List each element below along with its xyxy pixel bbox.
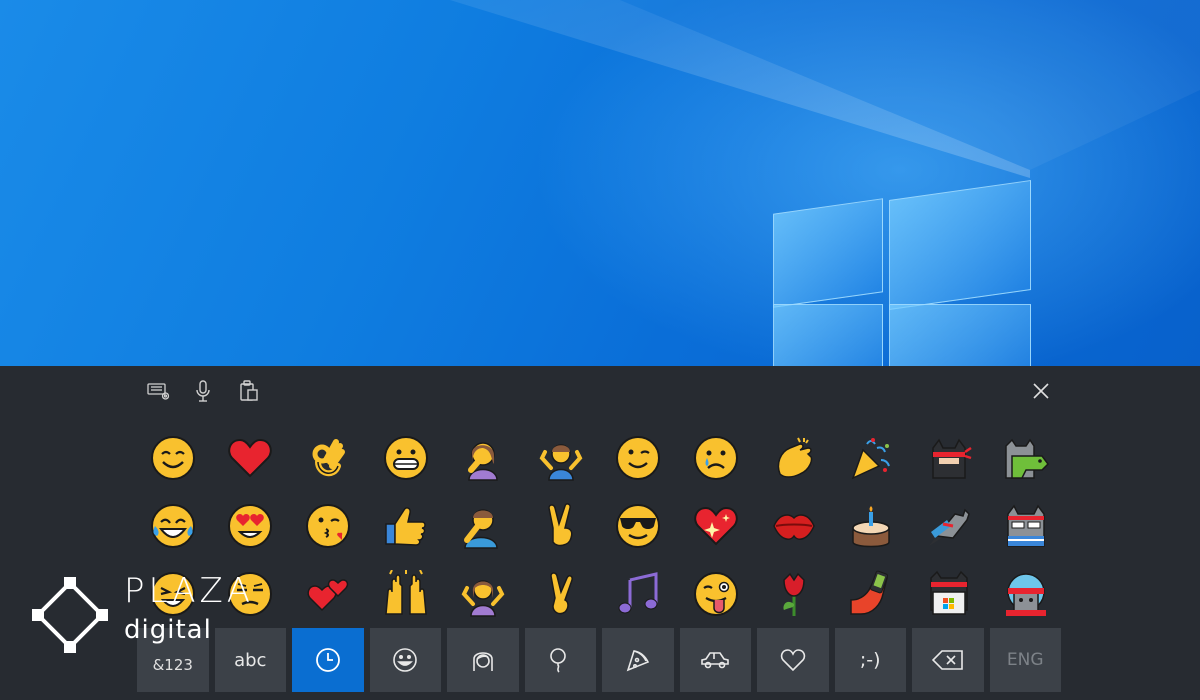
desktop-wallpaper xyxy=(0,0,1200,366)
emoji-woman-facepalming[interactable] xyxy=(444,424,522,492)
emoji-red-heart[interactable] xyxy=(212,424,290,492)
smiley-icon xyxy=(393,648,418,672)
emoji-victory-hand[interactable] xyxy=(522,492,600,560)
emoji-man-shrugging[interactable] xyxy=(522,424,600,492)
food-tab[interactable] xyxy=(602,628,674,692)
emoji-face-with-tongue[interactable] xyxy=(677,560,755,628)
emoji-raising-hands[interactable] xyxy=(367,560,445,628)
brand-line-2: digital xyxy=(124,615,212,645)
emoji-kiss-mark[interactable] xyxy=(755,492,833,560)
emoji-person-facepalming[interactable] xyxy=(444,492,522,560)
symbols-tab[interactable] xyxy=(757,628,829,692)
keyboard-settings-icon[interactable] xyxy=(146,380,172,402)
emoji-birthday-cake[interactable] xyxy=(832,492,910,560)
emoji-clapping-hands[interactable] xyxy=(755,424,833,492)
emoji-two-hearts[interactable] xyxy=(289,560,367,628)
brand-line-1: PLAZA xyxy=(124,571,255,611)
emoji-smiling-face-sunglasses[interactable] xyxy=(600,492,678,560)
clock-icon xyxy=(315,648,340,672)
person-icon xyxy=(472,652,493,671)
emoji-winking-face[interactable] xyxy=(600,424,678,492)
windows-logo-pane xyxy=(773,198,883,308)
smileys-tab[interactable] xyxy=(369,628,441,692)
emoji-hipster-cat[interactable] xyxy=(988,492,1066,560)
close-icon[interactable] xyxy=(1028,378,1054,404)
emoji-woman-shrugging[interactable] xyxy=(444,560,522,628)
windows-logo-pane xyxy=(889,304,1031,366)
language-label: ENG xyxy=(1006,650,1044,670)
emoji-rose[interactable] xyxy=(755,560,833,628)
emoji-ninja-cat[interactable] xyxy=(910,424,988,492)
microphone-icon[interactable] xyxy=(190,380,216,402)
clipboard-icon[interactable] xyxy=(236,380,262,402)
windows-logo xyxy=(773,170,1031,366)
emoji-grid xyxy=(134,424,1066,628)
language-key[interactable]: ENG xyxy=(989,628,1061,692)
backspace-icon xyxy=(931,650,963,670)
emoji-category-bar: &123 abc ;-) ENG xyxy=(137,628,1061,692)
windows-logo-pane xyxy=(889,180,1031,310)
celebration-tab[interactable] xyxy=(524,628,596,692)
emoji-astro-cat[interactable] xyxy=(910,492,988,560)
emoji-crossed-fingers[interactable] xyxy=(522,560,600,628)
people-tab[interactable] xyxy=(447,628,519,692)
heart-icon xyxy=(780,649,805,672)
emoji-crying-face[interactable] xyxy=(677,424,755,492)
balloon-icon xyxy=(550,648,567,673)
emoticons-tab[interactable]: ;-) xyxy=(834,628,906,692)
emoji-thumbs-up[interactable] xyxy=(367,492,445,560)
emoji-stunt-cat[interactable] xyxy=(988,560,1066,628)
plaza-digital-watermark: PLAZA digital xyxy=(30,571,250,665)
emoji-smiling-face[interactable] xyxy=(134,424,212,492)
emoji-party-popper[interactable] xyxy=(832,424,910,492)
emoji-grinning-face[interactable] xyxy=(367,424,445,492)
backspace-key[interactable] xyxy=(912,628,984,692)
emoji-hand-with-phone[interactable] xyxy=(832,560,910,628)
emoji-musical-notes[interactable] xyxy=(600,560,678,628)
windows-logo-pane xyxy=(773,304,883,366)
car-icon xyxy=(701,652,730,669)
emoji-tears-of-joy[interactable] xyxy=(134,492,212,560)
travel-tab[interactable] xyxy=(679,628,751,692)
pizza-icon xyxy=(626,650,649,672)
emoji-dino-cat[interactable] xyxy=(988,424,1066,492)
emoji-hacker-cat[interactable] xyxy=(910,560,988,628)
emoji-ok-hand[interactable] xyxy=(289,424,367,492)
emoji-sparkling-heart[interactable] xyxy=(677,492,755,560)
emoticons-label: ;-) xyxy=(859,649,881,671)
emoji-face-blowing-kiss[interactable] xyxy=(289,492,367,560)
recent-emoji-tab[interactable] xyxy=(292,628,364,692)
emoji-heart-eyes[interactable] xyxy=(212,492,290,560)
plaza-logo-icon xyxy=(32,577,108,653)
